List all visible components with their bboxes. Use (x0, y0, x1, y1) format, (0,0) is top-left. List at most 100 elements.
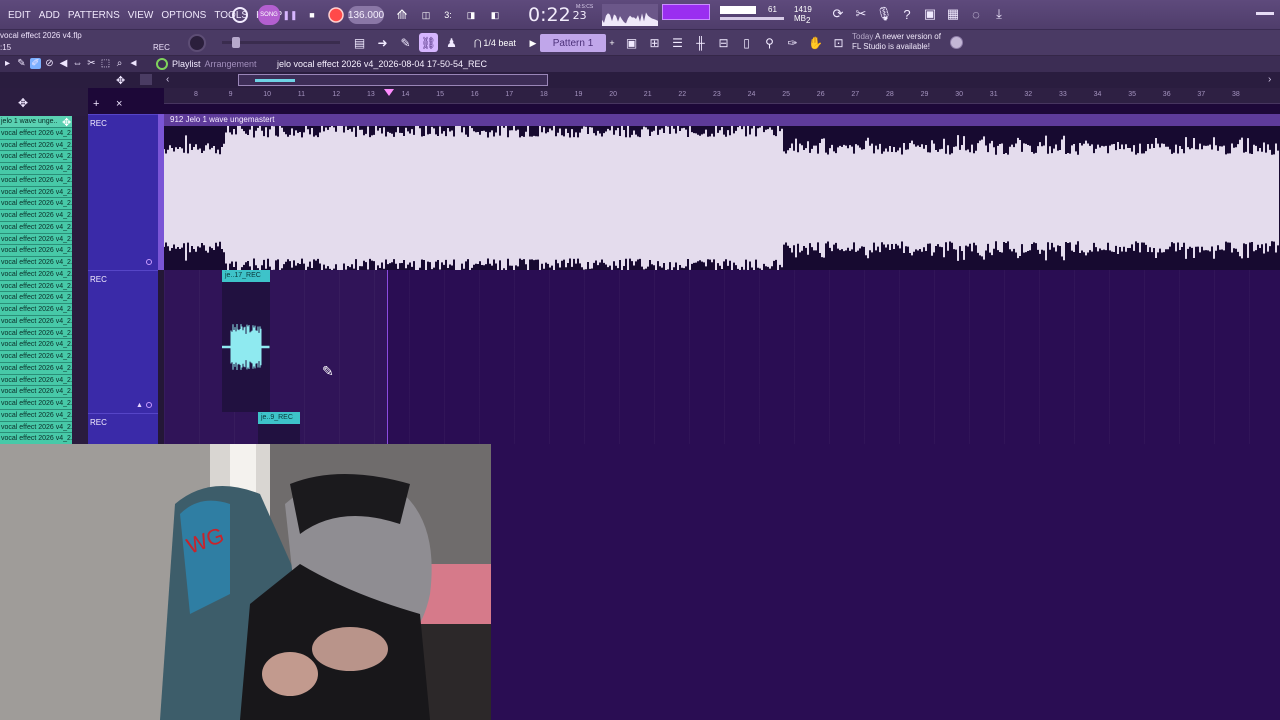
picker-item[interactable]: vocal effect 2026 v4_2.. (0, 374, 72, 387)
channel-rack-icon[interactable]: ☰ (668, 33, 687, 52)
cpu-panel[interactable]: 61 1419 MB 2 (720, 3, 824, 27)
link-icon[interactable]: ⛓ (419, 33, 438, 52)
audio-waveform[interactable] (164, 126, 1280, 270)
piano-icon[interactable]: ▤ (350, 33, 369, 52)
playhead-marker[interactable] (384, 89, 394, 96)
playlist-title[interactable]: Playlist Arrangement (156, 57, 257, 71)
picker-item[interactable]: vocal effect 2026 v4_2.. (0, 315, 72, 328)
globe-icon[interactable] (950, 36, 963, 49)
audio-clip-a-body[interactable] (221, 282, 270, 412)
track-header-1[interactable]: REC (88, 114, 158, 270)
blend-notes-icon[interactable]: ◧ (485, 5, 505, 25)
touch-icon[interactable]: ✋ (806, 33, 825, 52)
pat-song-toggle[interactable]: SONG (258, 5, 280, 25)
chat-icon[interactable]: ◌ (966, 4, 986, 24)
picker-item[interactable]: vocal effect 2026 v4_2.. (0, 409, 72, 422)
picker-item[interactable]: vocal effect 2026 v4_2.. (0, 257, 72, 269)
stamp-icon[interactable]: ♟ (442, 33, 461, 52)
picker-item[interactable]: vocal effect 2026 v4_2.. (0, 421, 72, 434)
paint-icon[interactable]: ✐ (30, 58, 41, 69)
picker-scrollbar[interactable]: ✥ (62, 116, 88, 444)
master-volume-knob[interactable] (188, 34, 206, 52)
mute-icon[interactable]: ◀ (58, 58, 69, 69)
master-pitch-slider[interactable] (222, 37, 340, 48)
audio-clip-title[interactable]: 912 Jelo 1 wave ungemastert (164, 114, 1280, 126)
hint-circle-icon[interactable] (230, 5, 250, 25)
picker-item[interactable]: vocal effect 2026 v4_2.. (0, 292, 72, 304)
arrangement-path[interactable]: jelo vocal effect 2026 v4_2026-08-04 17-… (277, 57, 487, 71)
picker-item[interactable]: vocal effect 2026 v4_2.. (0, 174, 72, 187)
picker-item[interactable]: vocal effect 2026 v4_2.. (0, 351, 72, 363)
close-icon[interactable]: × (116, 98, 122, 110)
countdown-icon[interactable]: 3: (438, 5, 458, 25)
menu-patterns[interactable]: PATTERNS (64, 10, 124, 21)
file-icon[interactable]: ▯ (737, 33, 756, 52)
select-icon[interactable]: ⬚ (100, 58, 111, 69)
track-1-mute-icon[interactable] (146, 259, 152, 265)
pattern-add-icon[interactable]: + (606, 34, 618, 52)
playlist-icon[interactable]: ▣ (622, 33, 641, 52)
wait-icon[interactable]: ◫ (416, 5, 436, 25)
record-icon[interactable] (327, 5, 345, 25)
track-2-collapse-icon[interactable]: ▲ (136, 402, 143, 409)
picker-item[interactable]: vocal effect 2026 v4_2.. (0, 163, 72, 175)
draw-icon[interactable]: ✎ (396, 33, 415, 52)
tempo-display[interactable]: 136.000 (348, 6, 384, 24)
slider-handle[interactable] (232, 37, 240, 48)
timeline-ruler[interactable]: 8 9 10 11 12 13 14 15 16 17 18 19 20 21 22 23 24 25 26 27 28… (164, 88, 1280, 104)
picker-item[interactable]: vocal effect 2026 v4_2.. (0, 280, 72, 293)
slice-icon[interactable]: ✂ (86, 58, 97, 69)
track-header-3[interactable]: REC (88, 413, 158, 444)
fx-icon[interactable]: ✂ (851, 4, 871, 24)
picker-item[interactable]: vocal effect 2026 v4_2.. (0, 268, 72, 281)
scroll-right-icon[interactable]: › (1268, 74, 1271, 85)
pattern-prev-icon[interactable]: ▶ (528, 34, 538, 52)
restart-icon[interactable]: ⟳ (828, 4, 848, 24)
tempo-icon[interactable] (140, 74, 152, 85)
pause-icon[interactable]: ❚❚ (282, 5, 297, 25)
pencil-icon[interactable]: ✎ (16, 58, 27, 69)
arrow-right-icon[interactable]: ➜ (373, 33, 392, 52)
stop-icon[interactable]: ■ (305, 5, 319, 25)
news-panel[interactable]: Today A newer version of FL Studio is av… (852, 32, 941, 52)
picker-item[interactable]: vocal effect 2026 v4_2.. (0, 304, 72, 316)
menu-view[interactable]: VIEW (124, 10, 158, 21)
oscilloscope[interactable] (602, 4, 658, 26)
metronome-icon[interactable]: ⟰ (392, 5, 412, 25)
add-track-icon[interactable]: + (93, 98, 99, 110)
picker-item[interactable]: vocal effect 2026 v4_2.. (0, 339, 72, 351)
picker-item[interactable]: vocal effect 2026 v4_2.. (0, 327, 72, 340)
picker-item[interactable]: vocal effect 2026 v4_2.. (0, 386, 72, 398)
menu-options[interactable]: OPTIONS (157, 10, 210, 21)
audio-clip-a[interactable]: je..17_REC (222, 270, 270, 282)
plugin-icon[interactable]: ▦ (943, 4, 963, 24)
pattern-selector[interactable]: Pattern 1 (540, 34, 606, 52)
menu-add[interactable]: ADD (35, 10, 64, 21)
mixer-icon[interactable]: ╫ (691, 33, 710, 52)
track-2-mute-icon[interactable] (146, 402, 152, 408)
zoom-icon[interactable]: ⌕ (114, 58, 125, 69)
help-icon[interactable]: ? (897, 4, 917, 24)
picker-item[interactable]: vocal effect 2026 v4_2.. (0, 433, 72, 444)
picker-item[interactable]: vocal effect 2026 v4_2.. (0, 362, 72, 375)
move-arrows-icon[interactable]: ✥ (116, 74, 125, 87)
microphone-icon[interactable]: 🎙 (874, 4, 894, 24)
picker-item[interactable]: vocal effect 2026 v4_2.. (0, 245, 72, 257)
loop-record-icon[interactable]: ◨ (461, 5, 481, 25)
picker-expand-icon[interactable]: ✥ (62, 116, 71, 129)
playback-icon[interactable]: ◄ (128, 58, 139, 69)
scroll-thumb[interactable] (238, 74, 548, 86)
slip-icon[interactable]: ⇔ (72, 58, 83, 69)
tempo-tap-icon[interactable]: ✑ (783, 33, 802, 52)
plugin-plug-icon[interactable]: ⚲ (760, 33, 779, 52)
picker-item[interactable]: vocal effect 2026 v4_2.. (0, 233, 72, 246)
picker-item[interactable]: vocal effect 2026 v4_2.. (0, 186, 72, 199)
picker-item[interactable]: vocal effect 2026 v4_2.. (0, 198, 72, 210)
cart-icon[interactable]: ⊡ (829, 33, 848, 52)
audio-clip-b[interactable]: je..9_REC (258, 412, 300, 424)
snap-selector[interactable]: ⋂ 1/4 beat (474, 34, 522, 52)
save-icon[interactable]: ▣ (920, 4, 940, 24)
menu-arrow-icon[interactable]: ▸ (2, 58, 13, 69)
picker-item[interactable]: vocal effect 2026 v4_2.. (0, 221, 72, 234)
track-header-2[interactable]: REC (88, 270, 158, 413)
